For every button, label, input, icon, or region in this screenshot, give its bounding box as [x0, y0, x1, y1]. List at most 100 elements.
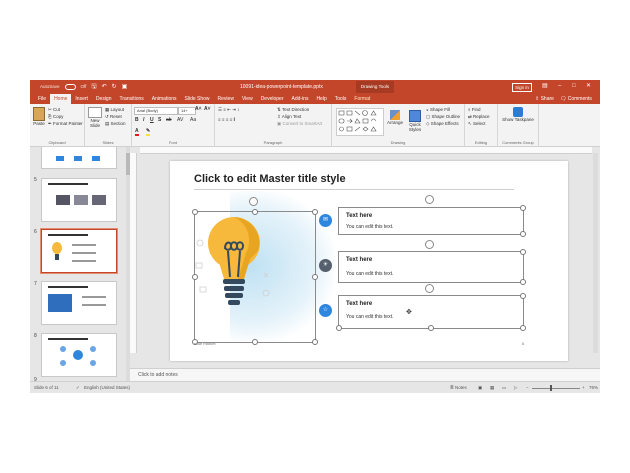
font-size-select[interactable]: 14+: [178, 107, 196, 115]
maximize-icon[interactable]: □: [572, 82, 576, 90]
shadow-button[interactable]: S: [158, 117, 161, 123]
reset-button[interactable]: ↺ Reset: [105, 114, 122, 120]
spacing-button[interactable]: AV: [177, 117, 183, 123]
language-status[interactable]: English (United States): [84, 385, 130, 390]
new-slide-button[interactable]: New Slide: [87, 107, 103, 128]
replace-button[interactable]: ⇄ Replace: [468, 114, 490, 120]
resize-handle[interactable]: [520, 293, 526, 299]
layout-button[interactable]: ▦ Layout: [105, 107, 124, 113]
strikethrough-button[interactable]: ab: [166, 117, 172, 123]
tab-animations[interactable]: Animations: [148, 94, 181, 104]
quick-styles-button[interactable]: Quick Styles: [406, 110, 424, 132]
slide-thumbnail-7[interactable]: [41, 281, 117, 325]
item-3-body[interactable]: You can edit this text.: [346, 314, 393, 320]
slide-thumbnail-8[interactable]: [41, 333, 117, 377]
tab-format[interactable]: Format: [350, 94, 374, 104]
autosave-toggle[interactable]: [64, 84, 76, 90]
change-case-button[interactable]: Aa: [190, 117, 196, 123]
tab-file[interactable]: File: [34, 94, 50, 104]
share-button[interactable]: ⇪ Share: [535, 96, 554, 102]
shape-effects-button[interactable]: ◇ Shape Effects: [426, 121, 459, 127]
tab-insert[interactable]: Insert: [71, 94, 92, 104]
tab-help[interactable]: Help: [312, 94, 330, 104]
tab-slide-show[interactable]: Slide Show: [181, 94, 214, 104]
section-button[interactable]: ▤ Section: [105, 121, 126, 127]
notes-pane[interactable]: Click to add notes: [130, 368, 600, 381]
tab-review[interactable]: Review: [214, 94, 238, 104]
zoom-level[interactable]: 76%: [589, 385, 598, 390]
resize-handle[interactable]: [312, 209, 318, 215]
tab-design[interactable]: Design: [92, 94, 116, 104]
item-2-title[interactable]: Text here: [346, 257, 372, 263]
tab-home[interactable]: Home: [50, 94, 72, 104]
paste-button[interactable]: Paste: [32, 107, 46, 126]
convert-smartart-button[interactable]: ▣ Convert to SmartArt: [277, 121, 322, 127]
present-icon[interactable]: ▣: [122, 83, 128, 91]
resize-handle[interactable]: [520, 231, 526, 237]
align-text-button[interactable]: ⇳ Align Text: [277, 114, 301, 120]
slide-footer[interactable]: slide market: [194, 341, 216, 346]
font-color-button[interactable]: A: [135, 128, 139, 136]
slide-page-number[interactable]: 6: [522, 341, 524, 346]
resize-handle[interactable]: [520, 205, 526, 211]
slide-sorter-icon[interactable]: ▦: [490, 385, 494, 391]
shape-fill-button[interactable]: ◒ Shape Fill: [426, 107, 450, 113]
rotate-handle[interactable]: [249, 197, 258, 206]
item-2-body[interactable]: You can edit this text.: [346, 271, 393, 277]
rotate-handle[interactable]: [425, 195, 434, 204]
italic-button[interactable]: I: [143, 117, 144, 123]
format-painter-button[interactable]: ✒ Format Painter: [48, 121, 83, 127]
zoom-slider[interactable]: [532, 388, 580, 389]
idea-circle-icon[interactable]: ✉: [319, 214, 332, 227]
resize-handle[interactable]: [520, 249, 526, 255]
shrink-font-button[interactable]: A˅: [204, 106, 211, 112]
resize-handle[interactable]: [312, 339, 318, 345]
zoom-in-icon[interactable]: +: [582, 385, 585, 390]
tab-developer[interactable]: Developer: [257, 94, 288, 104]
redo-icon[interactable]: ↻: [112, 83, 117, 91]
tab-add-ins[interactable]: Add-ins: [287, 94, 312, 104]
resize-handle[interactable]: [520, 279, 526, 285]
resize-handle[interactable]: [428, 325, 434, 331]
resize-handle[interactable]: [312, 274, 318, 280]
slide-title[interactable]: Click to edit Master title style: [194, 173, 346, 185]
slide-thumbnail-6-selected[interactable]: [41, 229, 117, 273]
normal-view-icon[interactable]: ▣: [478, 385, 482, 391]
rotate-handle[interactable]: [425, 284, 434, 293]
ribbon-display-icon[interactable]: ▤: [542, 82, 548, 90]
resize-handle[interactable]: [252, 209, 258, 215]
resize-handle[interactable]: [336, 325, 342, 331]
resize-handle[interactable]: [252, 339, 258, 345]
shapes-gallery[interactable]: [336, 108, 384, 136]
bulb-selection-frame[interactable]: [194, 211, 316, 343]
zoom-slider-thumb[interactable]: [550, 385, 552, 391]
tab-view[interactable]: View: [238, 94, 257, 104]
copy-button[interactable]: ⎘ Copy: [48, 114, 63, 120]
zoom-out-icon[interactable]: −: [526, 385, 529, 390]
font-name-select[interactable]: Arial (Body): [134, 107, 178, 115]
chat-circle-icon[interactable]: ☀: [319, 259, 332, 272]
underline-button[interactable]: U: [150, 117, 154, 123]
grow-font-button[interactable]: A˄: [195, 106, 202, 112]
close-icon[interactable]: ✕: [586, 82, 591, 90]
minimize-icon[interactable]: –: [558, 82, 561, 90]
undo-icon[interactable]: ↶: [102, 83, 107, 91]
highlight-button[interactable]: ✎: [146, 128, 151, 136]
tab-tools[interactable]: Tools: [331, 94, 351, 104]
comments-button[interactable]: 🗨 Comments: [560, 96, 592, 102]
slideshow-view-icon[interactable]: ▷: [514, 385, 517, 391]
bullets-button[interactable]: ☰ ≡ ⇤ ⇥ ↕: [218, 107, 239, 113]
arrange-button[interactable]: Arrange: [386, 110, 404, 125]
align-buttons[interactable]: ≡ ≡ ≡ ≡ ‖: [218, 117, 235, 123]
find-button[interactable]: ⌕ Find: [468, 107, 481, 113]
spelling-icon[interactable]: ✓: [76, 385, 80, 391]
item-1-title[interactable]: Text here: [346, 213, 372, 219]
reading-view-icon[interactable]: ▭: [502, 385, 506, 391]
select-button[interactable]: ↖ Select: [468, 121, 486, 127]
item-1-body[interactable]: You can edit this text.: [346, 224, 393, 230]
save-icon[interactable]: 🖫: [91, 83, 96, 91]
slide-thumbnail-4[interactable]: [41, 147, 117, 169]
textbox-2-frame[interactable]: [338, 251, 524, 283]
resize-handle[interactable]: [192, 209, 198, 215]
slide-canvas[interactable]: Click to edit Master title style ✉ ☀ ☆ T…: [170, 161, 568, 361]
